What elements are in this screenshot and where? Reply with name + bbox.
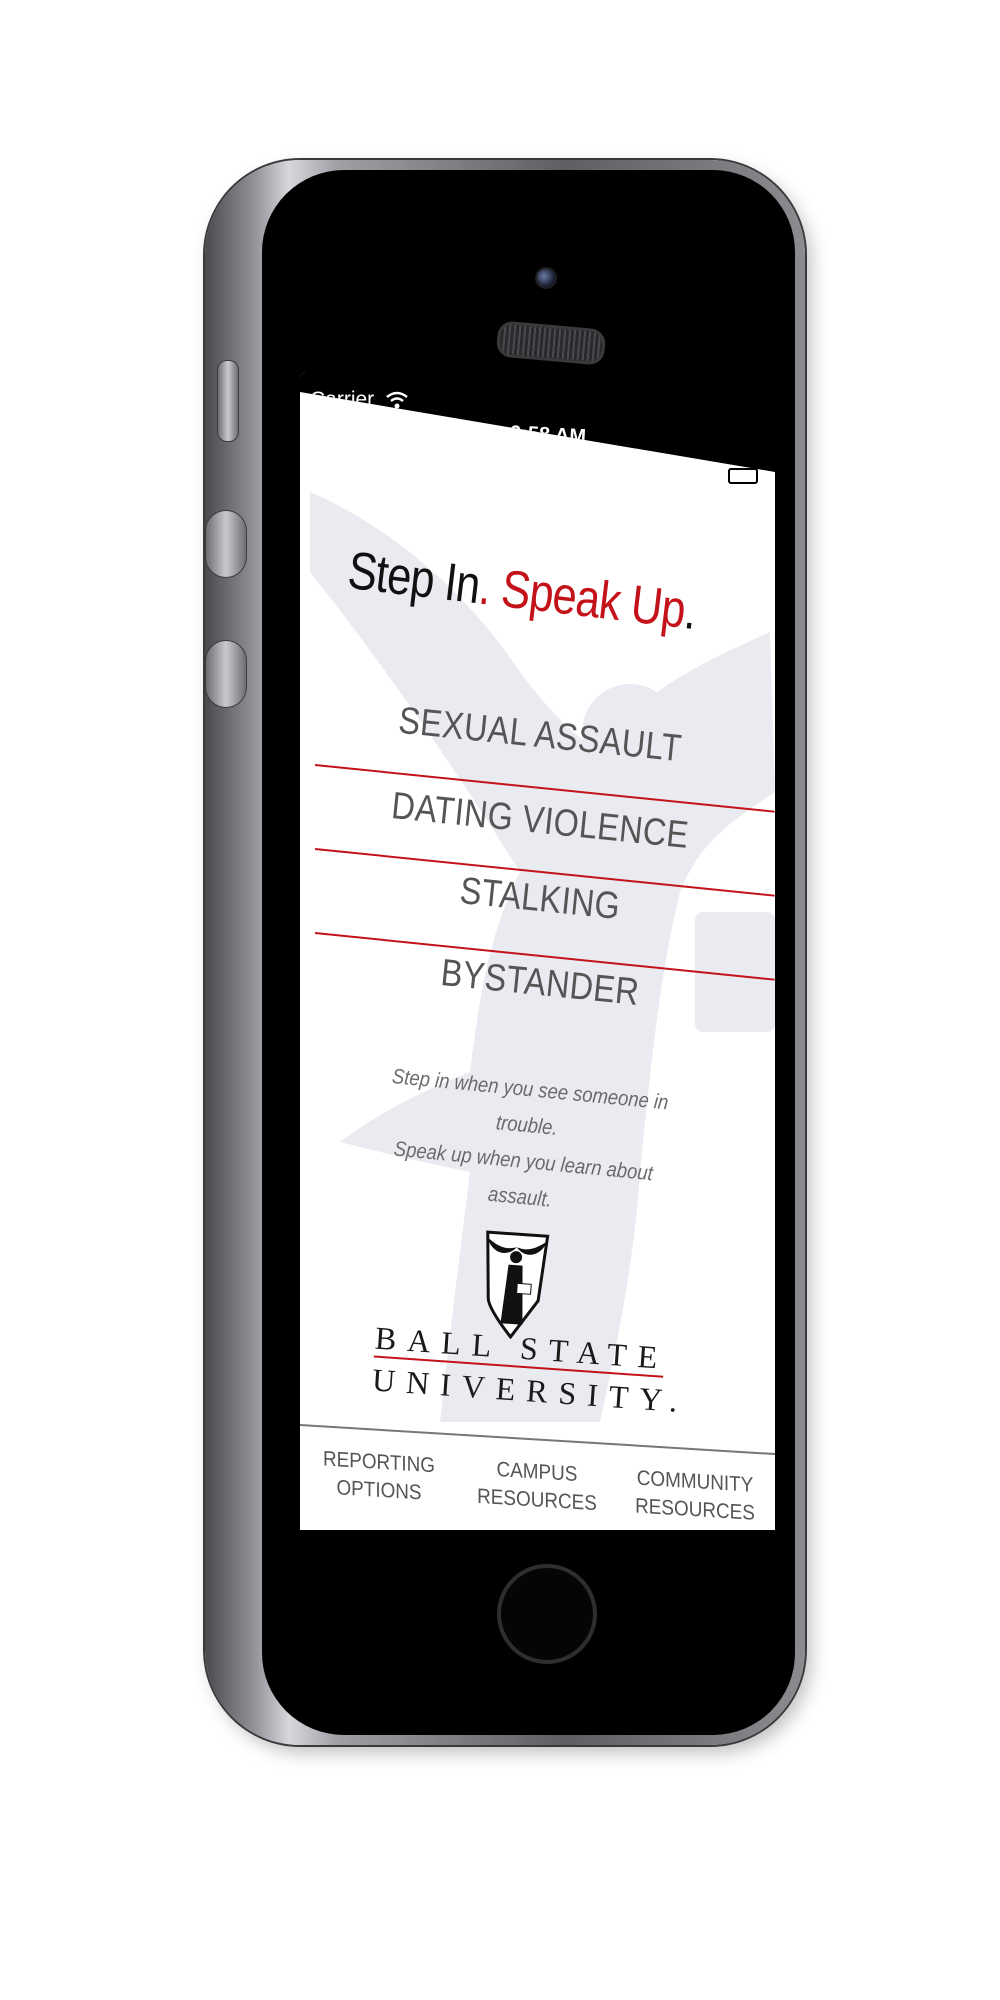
- tab-campus-resources[interactable]: CAMPUS RESOURCES: [466, 1454, 608, 1519]
- menu-item-sexual-assault[interactable]: SEXUAL ASSAULT: [348, 695, 733, 776]
- phone-screen: Carrier 9:58 AM Step In. Speak Up. SEXUA…: [300, 372, 775, 1530]
- beneficence-shield-icon: [486, 1230, 550, 1340]
- tab-reporting-options[interactable]: REPORTING OPTIONS: [308, 1444, 450, 1509]
- page-title: Step In. Speak Up.: [345, 540, 700, 642]
- front-camera-icon: [535, 267, 557, 289]
- volume-up-button: [205, 510, 247, 578]
- title-speak-up: Speak Up: [487, 557, 689, 640]
- volume-down-button: [205, 640, 247, 708]
- tab-community-resources[interactable]: COMMUNITY RESOURCES: [624, 1464, 766, 1529]
- title-step-in: Step In: [344, 540, 483, 616]
- stage: Carrier 9:58 AM Step In. Speak Up. SEXUA…: [0, 0, 1000, 2000]
- menu-item-dating-violence[interactable]: DATING VIOLENCE: [348, 781, 733, 862]
- home-button[interactable]: [497, 1564, 597, 1664]
- ball-state-logo: BALL STATE UNIVERSITY.: [369, 1230, 690, 1450]
- mute-switch: [217, 360, 239, 442]
- tagline: Step in when you see someone in trouble.…: [369, 1058, 681, 1230]
- app-content: Step In. Speak Up. SEXUAL ASSAULT DATING…: [300, 372, 775, 1530]
